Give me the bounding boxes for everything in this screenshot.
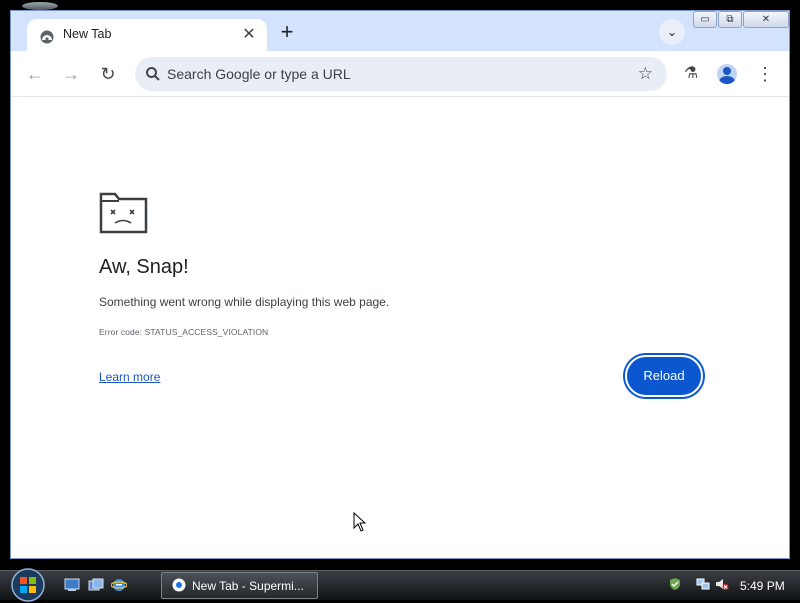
mouse-cursor-icon	[353, 512, 367, 532]
browser-toolbar: ← → ↻ Search Google or type a URL ☆ ⚗ ⋮	[11, 51, 789, 97]
tab-strip: New Tab ✕ + ⌄	[11, 11, 789, 51]
learn-more-link[interactable]: Learn more	[99, 370, 160, 384]
error-page: Aw, Snap! Something went wrong while dis…	[11, 98, 789, 558]
internet-explorer-icon[interactable]	[111, 578, 127, 592]
menu-kebab-icon[interactable]: ⋮	[753, 62, 777, 86]
network-icon[interactable]	[696, 577, 710, 591]
clock[interactable]: 5:49 PM	[740, 579, 785, 593]
volume-muted-icon[interactable]	[715, 577, 729, 591]
omnibox-placeholder[interactable]: Search Google or type a URL	[167, 66, 351, 82]
avatar-head	[723, 67, 731, 75]
start-orb-icon[interactable]	[8, 567, 48, 603]
profile-avatar[interactable]	[717, 64, 737, 84]
security-shield-icon[interactable]	[668, 577, 682, 591]
reload-button[interactable]: Reload	[625, 355, 703, 397]
minimize-icon[interactable]: ▭	[693, 11, 717, 28]
taskbar-button-browser[interactable]: New Tab - Supermi...	[161, 572, 318, 599]
error-code: Error code: STATUS_ACCESS_VIOLATION	[99, 327, 269, 337]
window-controls: ▭ ⧉ ✕	[693, 11, 791, 29]
show-desktop-icon[interactable]	[64, 578, 80, 592]
omnibox[interactable]: Search Google or type a URL ☆	[135, 57, 667, 91]
new-tab-button[interactable]: +	[275, 21, 299, 45]
taskbar-button-label: New Tab - Supermi...	[192, 579, 304, 593]
avatar-body	[719, 76, 735, 84]
tab-new-tab[interactable]: New Tab ✕	[27, 19, 267, 51]
tab-close-icon[interactable]: ✕	[239, 25, 259, 45]
restore-icon[interactable]: ⧉	[718, 11, 742, 28]
reload-page-button[interactable]: ↻	[96, 62, 120, 86]
taskbar: New Tab - Supermi... 5:49 PM	[0, 567, 800, 603]
bookmark-star-icon[interactable]: ☆	[638, 64, 653, 84]
crash-favicon-icon	[40, 30, 54, 44]
forward-button[interactable]: →	[59, 62, 83, 86]
switch-windows-icon[interactable]	[88, 578, 104, 592]
labs-flask-icon[interactable]: ⚗	[679, 62, 703, 86]
tab-search-icon[interactable]: ⌄	[659, 19, 685, 45]
back-button[interactable]: ←	[23, 62, 47, 86]
error-message: Something went wrong while displaying th…	[99, 295, 390, 309]
desktop-decoration	[22, 2, 58, 10]
browser-favicon-icon	[172, 578, 186, 592]
sad-folder-icon	[99, 192, 148, 234]
close-window-icon[interactable]: ✕	[743, 11, 789, 28]
browser-window: New Tab ✕ + ⌄ ← → ↻ Search Google or typ…	[10, 10, 790, 559]
error-title: Aw, Snap!	[99, 256, 189, 278]
tab-title: New Tab	[63, 27, 112, 41]
search-icon	[146, 67, 160, 81]
